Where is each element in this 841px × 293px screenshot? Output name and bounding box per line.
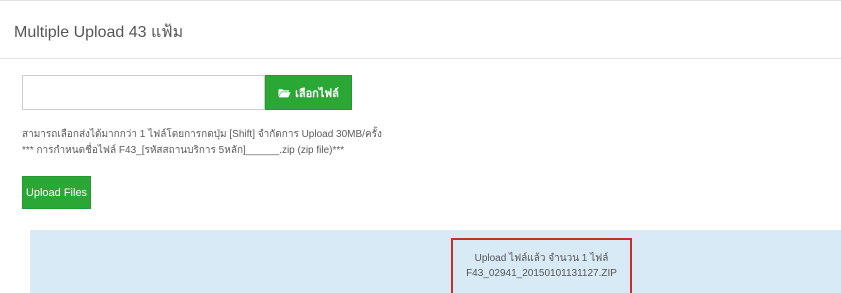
panel-header: Multiple Upload 43 แฟ้ม: [0, 1, 841, 59]
upload-page: Multiple Upload 43 แฟ้ม เลือกไฟล์ สามารถ…: [0, 0, 841, 293]
choose-file-button[interactable]: เลือกไฟล์: [265, 75, 352, 110]
upload-result-highlight: Upload ไฟล์แล้ว จำนวน 1 ไฟล์ F43_02941_2…: [451, 238, 632, 293]
upload-files-button[interactable]: Upload Files: [22, 176, 91, 209]
folder-open-icon: [278, 88, 291, 98]
upload-result-panel: [30, 230, 841, 293]
page-title: Multiple Upload 43 แฟ้ม: [14, 24, 184, 41]
help-text-file-naming: *** การกำหนดชื่อไฟล์ F43_[รหัสสถานบริการ…: [22, 145, 345, 156]
uploaded-file-name: F43_02941_20150101131127.ZIP: [466, 268, 617, 279]
choose-file-label: เลือกไฟล์: [295, 87, 339, 100]
help-text-multiple-files: สามารถเลือกส่งได้มากกว่า 1 ไฟล์โดยการกดป…: [22, 129, 382, 140]
file-name-field[interactable]: [22, 75, 265, 110]
upload-count-text: Upload ไฟล์แล้ว จำนวน 1 ไฟล์: [474, 253, 609, 264]
